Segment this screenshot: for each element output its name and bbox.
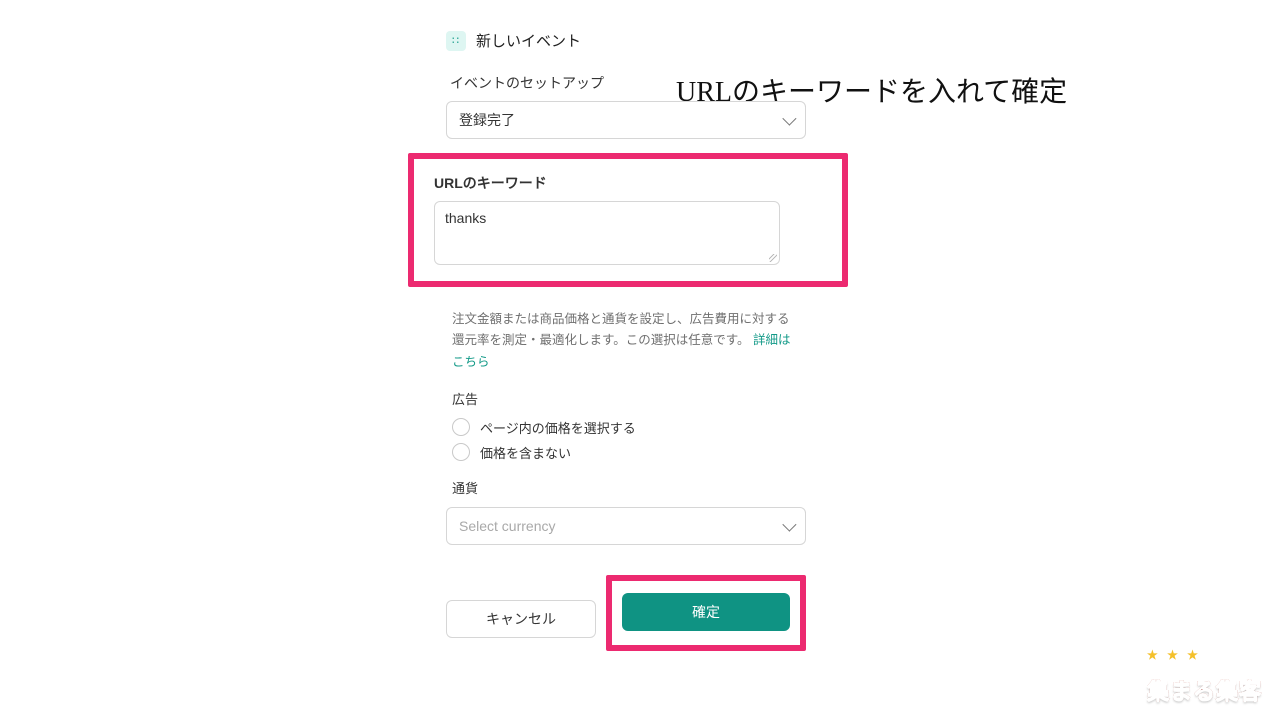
- radio-option-no-price[interactable]: 価格を含まない: [452, 443, 800, 462]
- drag-handle-icon[interactable]: ∷: [446, 31, 466, 51]
- event-setup-select[interactable]: 登録完了: [446, 101, 806, 139]
- pricing-hint: 注文金額または商品価格と通貨を設定し、広告費用に対する還元率を測定・最適化します…: [452, 309, 800, 373]
- chevron-down-icon: [782, 517, 796, 531]
- confirm-highlight: 確定: [606, 575, 806, 651]
- pricing-hint-text: 注文金額または商品価格と通貨を設定し、広告費用に対する還元率を測定・最適化します…: [452, 312, 790, 347]
- cancel-button[interactable]: キャンセル: [446, 600, 596, 638]
- radio-label: 価格を含まない: [480, 443, 571, 462]
- url-keyword-label: URLのキーワード: [434, 173, 818, 193]
- confirm-button[interactable]: 確定: [622, 593, 790, 631]
- ad-group-label: 広告: [452, 389, 800, 408]
- radio-icon: [452, 443, 470, 461]
- panel-header: ∷ 新しいイベント: [446, 30, 806, 51]
- radio-icon: [452, 418, 470, 436]
- url-keyword-textarea[interactable]: thanks: [434, 201, 780, 265]
- event-setup-label: イベントのセットアップ: [450, 73, 802, 93]
- radio-option-page-price[interactable]: ページ内の価格を選択する: [452, 418, 800, 437]
- resize-handle-icon[interactable]: [769, 254, 777, 262]
- new-event-title: 新しいイベント: [476, 30, 581, 51]
- url-keyword-highlight: URLのキーワード thanks: [408, 153, 848, 287]
- button-row: キャンセル 確定: [446, 587, 806, 651]
- event-setup-panel: ∷ 新しいイベント イベントのセットアップ 登録完了 URLのキーワード tha…: [446, 30, 806, 651]
- currency-select[interactable]: Select currency: [446, 507, 806, 545]
- currency-placeholder: Select currency: [459, 518, 555, 534]
- currency-label: 通貨: [452, 478, 800, 497]
- chevron-down-icon: [782, 112, 796, 126]
- radio-label: ページ内の価格を選択する: [480, 418, 636, 437]
- watermark-logo: ★ ★ ★ 集まる集客: [1147, 648, 1262, 706]
- event-setup-value: 登録完了: [459, 110, 515, 130]
